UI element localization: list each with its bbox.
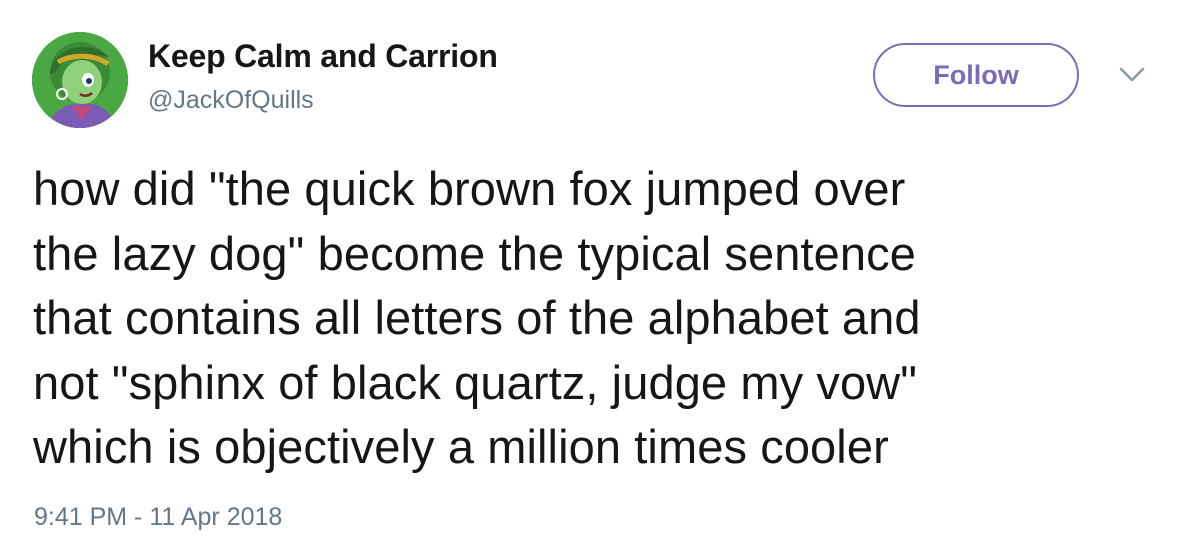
author-handle[interactable]: @JackOfQuills xyxy=(148,86,314,115)
avatar[interactable] xyxy=(32,32,128,128)
follow-button[interactable]: Follow xyxy=(873,43,1079,107)
tweet-card: Keep Calm and Carrion @JackOfQuills Foll… xyxy=(0,0,1179,546)
tweet-text: how did "the quick brown fox jumped over… xyxy=(33,162,921,473)
avatar-image xyxy=(32,32,128,128)
author-display-name[interactable]: Keep Calm and Carrion xyxy=(148,38,498,75)
tweet-timestamp[interactable]: 9:41 PM - 11 Apr 2018 xyxy=(34,503,282,532)
chevron-down-icon[interactable] xyxy=(1118,66,1146,84)
